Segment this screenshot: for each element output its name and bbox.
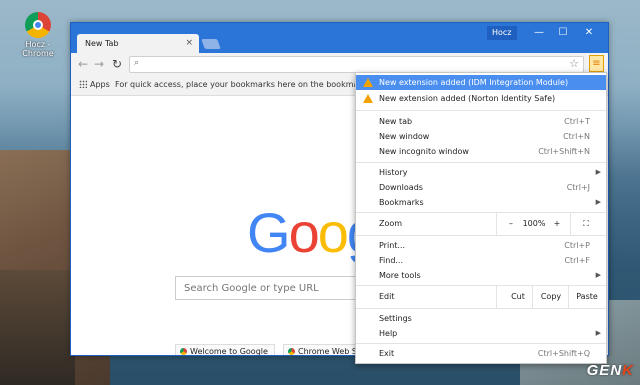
maximize-button[interactable]: ☐ [553,27,573,39]
menu-item-label: New incognito window [379,147,469,156]
menu-shortcut: Ctrl+P [564,241,590,250]
omnibox[interactable]: ⌕ ☆ [129,56,584,73]
submenu-arrow-icon: ▶ [595,329,601,337]
menu-item-label: More tools [379,271,421,280]
menu-edit-row: Edit Cut Copy Paste [356,285,606,308]
menu-item-downloads[interactable]: Downloads Ctrl+J [356,180,606,195]
desktop-chrome-shortcut[interactable]: Hocz - Chrome [14,12,62,58]
tab-close-icon[interactable]: × [185,38,193,48]
menu-item-new-window[interactable]: New window Ctrl+N [356,129,606,144]
zoom-level: 100% [522,219,546,228]
menu-item-label: Downloads [379,183,423,192]
zoom-divider [570,212,571,235]
menu-item-label: Print... [379,241,406,250]
menu-item-label: Bookmarks [379,198,424,207]
zoom-out-button[interactable]: – [504,216,518,231]
menu-item-new-incognito-window[interactable]: New incognito window Ctrl+Shift+N [356,144,606,159]
menu-zoom-row: Zoom – 100% + ⛶ [356,212,606,235]
menu-shortcut: Ctrl+J [566,183,590,192]
logo-letter: G [247,201,291,264]
menu-item-label: Find... [379,256,404,265]
submenu-arrow-icon: ▶ [595,271,601,279]
minimize-button[interactable]: — [529,27,549,39]
menu-item-exit[interactable]: Exit Ctrl+Shift+Q [356,346,606,361]
menu-item-help[interactable]: Help ▶ [356,326,606,341]
bookmark-star-icon[interactable]: ☆ [569,57,579,70]
paste-button[interactable]: Paste [570,289,604,304]
fullscreen-icon[interactable]: ⛶ [578,216,594,231]
edit-label: Edit [379,292,395,301]
menu-shortcut: Ctrl+Shift+Q [537,349,590,358]
chrome-favicon-icon [180,348,187,355]
menu-item-label: New window [379,132,430,141]
cut-button[interactable]: Cut [502,289,534,304]
submenu-arrow-icon: ▶ [595,168,601,176]
back-icon[interactable]: ← [75,56,91,72]
menu-item-label: Help [379,329,398,338]
menu-item-history[interactable]: History ▶ [356,165,606,180]
menu-item-label: New extension added (IDM Integration Mod… [379,78,569,87]
search-icon: ⌕ [134,58,140,68]
menu-shortcut: Ctrl+N [563,132,590,141]
menu-separator [356,235,606,236]
zoom-divider [496,212,497,235]
watermark-main: GEN [586,362,623,379]
new-tab-button[interactable] [201,39,221,49]
menu-shortcut: Ctrl+T [564,117,590,126]
menu-separator [356,308,606,309]
copy-button[interactable]: Copy [534,289,568,304]
profile-button[interactable]: Hocz [487,26,517,40]
zoom-label: Zoom [379,219,403,228]
tile-label: Welcome to Google [190,347,268,355]
menu-item-more-tools[interactable]: More tools ▶ [356,268,606,283]
zoom-in-button[interactable]: + [550,216,564,231]
menu-item-norton-extension[interactable]: New extension added (Norton Identity Saf… [356,91,606,106]
menu-item-new-tab[interactable]: New tab Ctrl+T [356,114,606,129]
menu-item-print[interactable]: Print... Ctrl+P [356,238,606,253]
menu-separator [356,110,606,111]
most-visited-tile[interactable]: Welcome to Google [175,344,275,355]
tile-label: Chrome Web S [298,347,357,355]
menu-item-label: Exit [379,349,395,358]
logo-letter: o [288,201,320,264]
menu-separator [356,162,606,163]
warning-icon [363,78,373,87]
menu-shortcut: Ctrl+F [564,256,590,265]
menu-separator [356,212,606,213]
apps-shortcut[interactable]: Apps [79,80,110,89]
menu-shortcut: Ctrl+Shift+N [538,147,590,156]
edit-divider [496,285,497,308]
menu-item-label: New tab [379,117,413,126]
submenu-arrow-icon: ▶ [595,198,601,206]
warning-icon [363,94,373,103]
menu-item-idm-extension[interactable]: New extension added (IDM Integration Mod… [356,75,606,90]
cliff-base [0,270,75,385]
menu-item-label: History [379,168,408,177]
edit-divider [568,285,569,308]
desktop-icon-label: Hocz - Chrome [22,40,54,58]
chrome-menu-button[interactable]: ≡ [589,55,604,72]
tab-new-tab[interactable]: New Tab × [77,34,199,53]
chrome-icon [25,12,51,38]
most-visited-tile[interactable]: Chrome Web S [283,344,364,355]
menu-item-find[interactable]: Find... Ctrl+F [356,253,606,268]
apps-label: Apps [90,80,110,89]
forward-icon[interactable]: → [91,56,107,72]
close-button[interactable]: ✕ [579,27,599,39]
reload-icon[interactable]: ↻ [109,56,125,72]
menu-item-bookmarks[interactable]: Bookmarks ▶ [356,195,606,210]
apps-grid-icon [79,80,87,88]
watermark-accent: K [622,362,634,379]
logo-letter: o [317,201,349,264]
menu-separator [356,343,606,344]
menu-item-label: New extension added (Norton Identity Saf… [379,94,556,103]
edit-divider [532,285,533,308]
chrome-favicon-icon [288,348,295,355]
chrome-menu: New extension added (IDM Integration Mod… [355,72,607,364]
menu-item-settings[interactable]: Settings [356,311,606,326]
menu-item-label: Settings [379,314,412,323]
tab-title: New Tab [85,39,119,48]
genk-watermark: GENK [587,362,634,379]
title-bar: New Tab × Hocz — ☐ ✕ [71,23,608,53]
